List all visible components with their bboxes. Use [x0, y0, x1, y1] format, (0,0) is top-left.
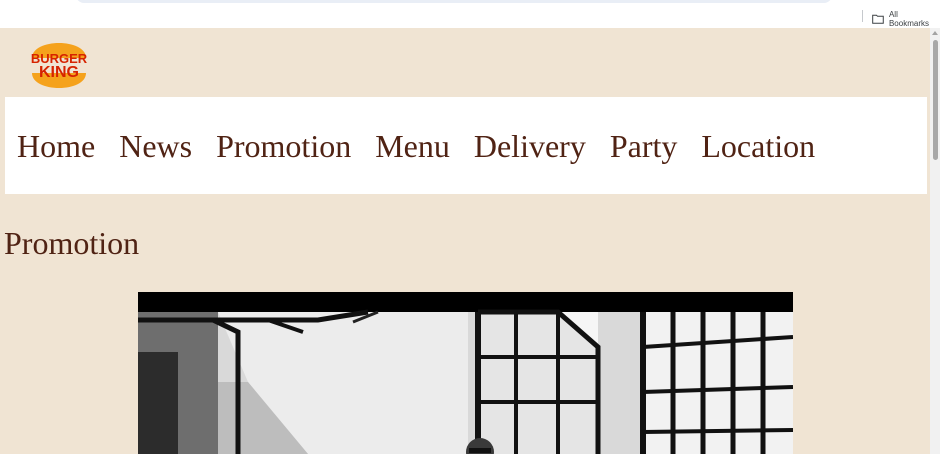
nav-delivery[interactable]: Delivery	[474, 130, 586, 162]
main-navigation: Home News Promotion Menu Delivery Party …	[5, 97, 927, 194]
bookmarks-bar: All Bookmarks	[0, 0, 940, 28]
all-bookmarks-label: All Bookmarks	[888, 10, 929, 28]
nav-news[interactable]: News	[119, 130, 192, 162]
all-bookmarks-button[interactable]: All Bookmarks	[872, 10, 940, 28]
nav-home[interactable]: Home	[17, 130, 95, 162]
bookmarks-divider	[862, 10, 863, 22]
logo-text-king: KING	[39, 64, 79, 81]
scrollbar-thumb[interactable]	[933, 40, 938, 160]
address-bar[interactable]	[76, 0, 832, 3]
burger-king-logo[interactable]: BURGER KING	[28, 33, 90, 95]
page-scrollbar[interactable]	[930, 28, 940, 454]
scroll-up-icon[interactable]	[932, 31, 938, 35]
promotion-banner-image[interactable]	[138, 292, 793, 454]
nav-menu[interactable]: Menu	[375, 130, 450, 162]
nav-party[interactable]: Party	[610, 130, 678, 162]
page-title: Promotion	[4, 225, 140, 261]
nav-location[interactable]: Location	[701, 130, 815, 162]
nav-promotion[interactable]: Promotion	[216, 130, 351, 162]
folder-icon	[872, 14, 884, 24]
